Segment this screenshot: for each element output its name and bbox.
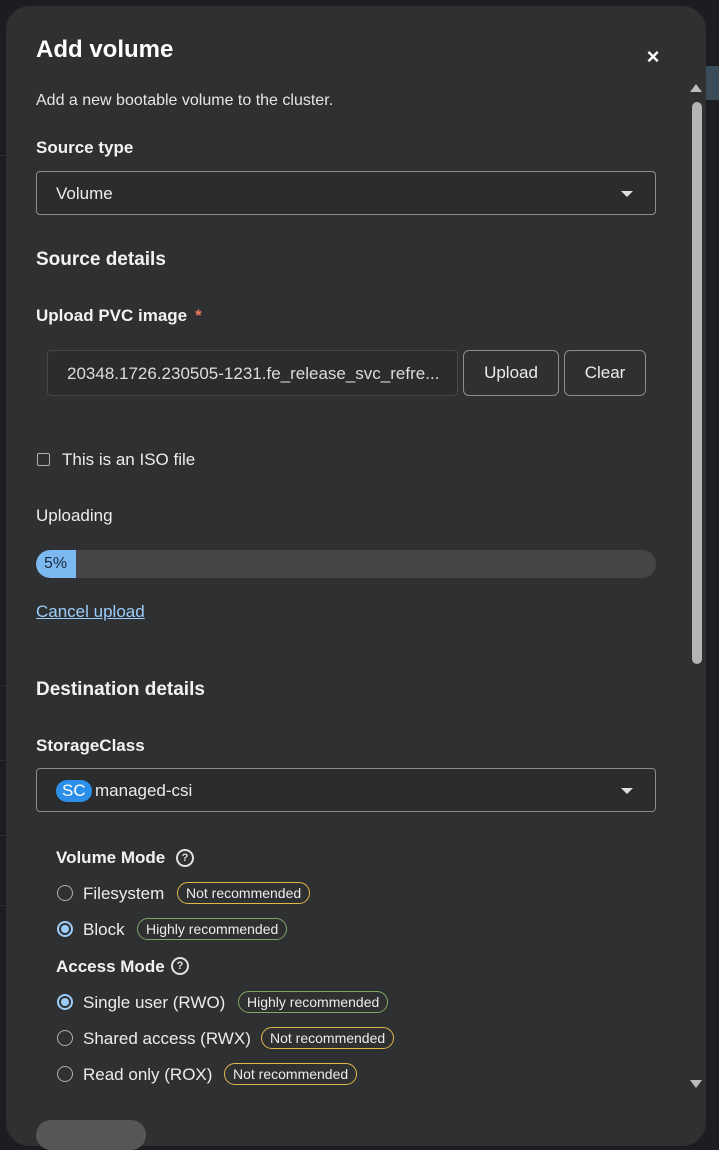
iso-checkbox-label: This is an ISO file — [62, 450, 196, 469]
uploading-label: Uploading — [36, 506, 113, 525]
option-label-filesystem: Filesystem — [83, 884, 165, 903]
radio-rox[interactable] — [57, 1066, 73, 1082]
modal-title: Add volume — [36, 36, 174, 63]
upload-progress-bar: 5% — [36, 550, 656, 578]
option-label-rwx: Shared access (RWX) — [83, 1029, 251, 1048]
storageclass-label: StorageClass — [36, 736, 145, 755]
cancel-upload-link[interactable]: Cancel upload — [36, 602, 145, 622]
help-icon[interactable]: ? — [171, 957, 189, 975]
storageclass-badge: SC — [56, 780, 92, 802]
footer-save-button[interactable] — [36, 1120, 146, 1150]
access-mode-label: Access Mode — [56, 957, 165, 976]
caret-down-icon — [621, 788, 633, 794]
upload-progress-text: 5% — [44, 555, 68, 572]
file-name-input[interactable]: 20348.1726.230505-1231.fe_release_svc_re… — [47, 350, 458, 396]
clear-button[interactable]: Clear — [564, 350, 646, 396]
iso-checkbox[interactable] — [37, 453, 50, 466]
radio-block[interactable] — [57, 921, 73, 937]
storageclass-value: managed-csi — [95, 781, 193, 800]
option-label-block: Block — [83, 920, 125, 939]
volume-mode-label: Volume Mode — [56, 848, 166, 867]
radio-rwx[interactable] — [57, 1030, 73, 1046]
option-label-rwo: Single user (RWO) — [83, 993, 226, 1012]
scroll-up-icon[interactable] — [690, 84, 702, 92]
radio-filesystem[interactable] — [57, 885, 73, 901]
source-type-label: Source type — [36, 138, 134, 157]
source-details-heading: Source details — [36, 249, 166, 270]
file-name-value: 20348.1726.230505-1231.fe_release_svc_re… — [67, 364, 440, 383]
upload-pvc-label: Upload PVC image * — [36, 306, 202, 326]
radio-rwo[interactable] — [57, 994, 73, 1010]
help-icon[interactable]: ? — [176, 849, 194, 867]
source-type-value: Volume — [56, 184, 113, 203]
status-badge: Highly recommended — [137, 918, 288, 940]
option-label-rox: Read only (ROX) — [83, 1065, 213, 1084]
modal-description: Add a new bootable volume to the cluster… — [36, 92, 334, 109]
scroll-down-icon[interactable] — [690, 1080, 702, 1088]
required-marker: * — [195, 306, 202, 325]
status-badge: Not recommended — [224, 1063, 358, 1085]
source-type-select[interactable]: Volume — [36, 171, 656, 215]
upload-pvc-label-text: Upload PVC image — [36, 306, 188, 325]
destination-details-heading: Destination details — [36, 679, 205, 700]
close-icon[interactable]: × — [642, 46, 664, 68]
add-volume-modal: Add volume × Add a new bootable volume t… — [6, 6, 706, 1150]
status-badge: Not recommended — [177, 882, 311, 904]
scrollbar-thumb[interactable] — [692, 102, 702, 664]
upload-button[interactable]: Upload — [463, 350, 559, 396]
status-badge: Highly recommended — [238, 991, 389, 1013]
status-badge: Not recommended — [261, 1027, 395, 1049]
storageclass-select[interactable]: SC managed-csi — [36, 768, 656, 812]
caret-down-icon — [621, 191, 633, 197]
